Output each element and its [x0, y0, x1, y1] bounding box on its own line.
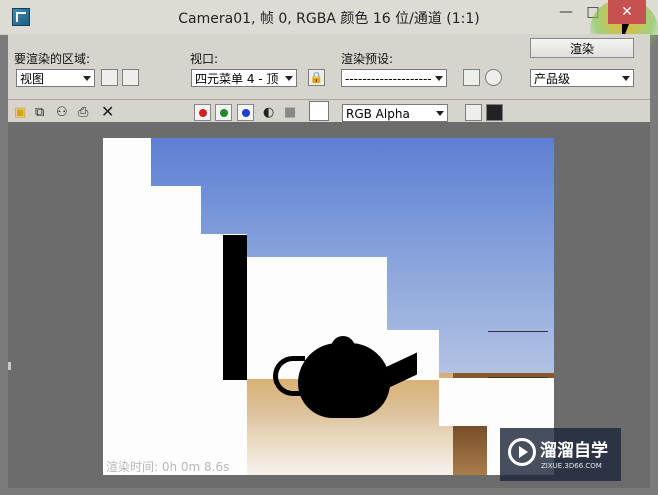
clone-icon[interactable]: ⚇: [56, 105, 68, 121]
color-swatch[interactable]: [309, 101, 329, 121]
left-wall: [103, 138, 151, 475]
quality-value: 产品级: [534, 72, 571, 86]
preset-dropdown[interactable]: --------------------: [341, 69, 447, 87]
lock-icon[interactable]: 🔒: [308, 69, 325, 86]
chevron-down-icon: [285, 76, 293, 81]
area-value: 视图: [20, 72, 45, 86]
white-block: [439, 378, 487, 426]
edit-region-icon[interactable]: [101, 69, 118, 86]
chevron-down-icon: [622, 76, 630, 81]
render-time-text: 渲染时间: 0h 0m 8.6s: [106, 460, 230, 474]
save-icon[interactable]: ▣: [14, 105, 26, 121]
copy-icon[interactable]: ⧉: [35, 105, 44, 121]
play-logo-icon: [508, 438, 536, 466]
viewport-label: 视口:: [190, 52, 219, 66]
teapot-body: [298, 343, 390, 418]
preset-label: 渲染预设:: [341, 52, 394, 66]
wall-shadow: [223, 235, 247, 380]
channel-value: RGB Alpha: [346, 107, 410, 121]
preset-value: --------------------: [345, 72, 432, 86]
render-setup-icon[interactable]: [463, 69, 480, 86]
viewport-dropdown[interactable]: 四元菜单 4 - 顶: [191, 69, 297, 87]
chevron-down-icon: [436, 111, 444, 116]
viewport-value: 四元菜单 4 - 顶: [195, 72, 279, 86]
chevron-down-icon: [83, 76, 91, 81]
quality-dropdown[interactable]: 产品级: [530, 69, 634, 87]
minimize-button[interactable]: —: [553, 0, 579, 24]
green-channel-toggle[interactable]: [215, 104, 232, 121]
render-viewport[interactable]: 渲染时间: 0h 0m 8.6s: [103, 138, 554, 475]
watermark: 溜溜自学 ZIXUE.3D66.COM: [500, 428, 621, 481]
area-label: 要渲染的区域:: [14, 52, 91, 66]
watermark-subtitle: ZIXUE.3D66.COM: [541, 462, 602, 470]
environment-icon[interactable]: [485, 69, 502, 86]
region-bracket: [488, 331, 548, 378]
clear-icon[interactable]: ✕: [101, 104, 114, 120]
scroll-marker: [8, 362, 11, 370]
display-icon[interactable]: [465, 104, 482, 121]
print-icon[interactable]: ⎙: [78, 105, 88, 121]
mono-channel-icon[interactable]: ◐: [263, 105, 274, 121]
close-button[interactable]: ✕: [608, 0, 646, 24]
blue-channel-toggle[interactable]: [237, 104, 254, 121]
wall-step-1: [151, 186, 201, 475]
chevron-down-icon: [435, 76, 443, 81]
area-dropdown[interactable]: 视图: [16, 69, 95, 87]
alpha-channel-icon[interactable]: ■: [284, 105, 296, 121]
red-channel-toggle[interactable]: [194, 104, 211, 121]
channel-dropdown[interactable]: RGB Alpha: [342, 104, 448, 122]
auto-region-icon[interactable]: [122, 69, 139, 86]
panel-divider: [8, 99, 650, 100]
render-controls-panel: 要渲染的区域: 视图 视口: 四元菜单 4 - 顶 🔒 渲染预设: ------…: [8, 34, 650, 122]
title-bar: Camera01, 帧 0, RGBA 颜色 16 位/通道 (1:1) — □…: [0, 0, 658, 60]
frame-icon[interactable]: [486, 104, 503, 121]
watermark-title: 溜溜自学: [540, 441, 608, 461]
render-button[interactable]: 渲染: [530, 38, 634, 58]
